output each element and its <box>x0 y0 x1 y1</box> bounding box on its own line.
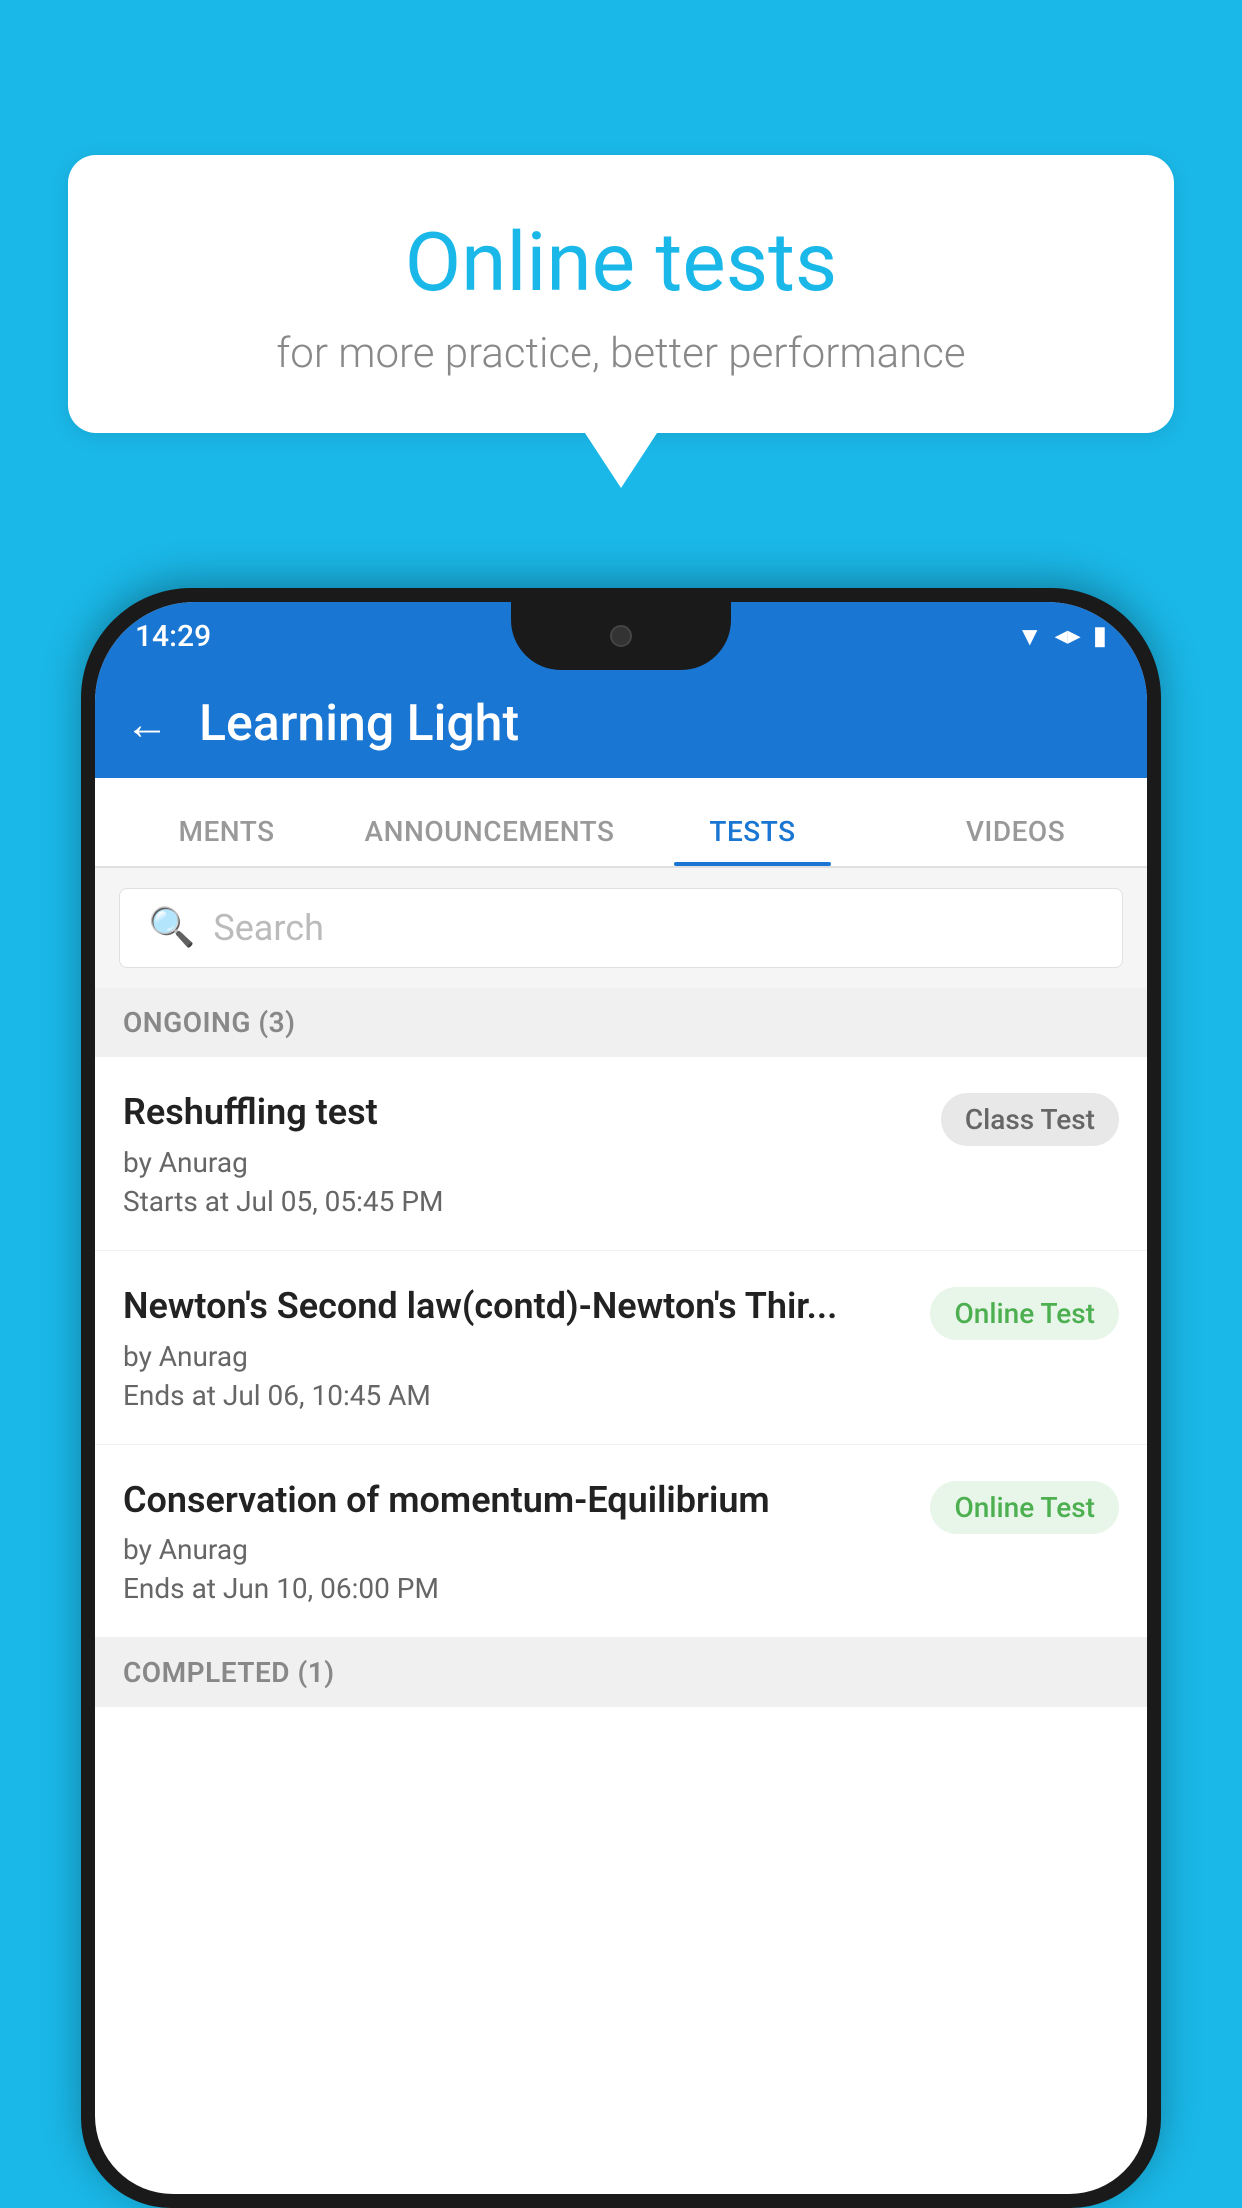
test-item-left: Reshuffling test by Anurag Starts at Jul… <box>123 1089 925 1218</box>
search-icon: 🔍 <box>148 906 195 950</box>
phone-screen: 14:29 ▼ ◂▸ ▮ ← Learning Light MENTS ANNO… <box>95 602 1147 2194</box>
test-item-date: Starts at Jul 05, 05:45 PM <box>123 1185 925 1218</box>
test-list: Reshuffling test by Anurag Starts at Jul… <box>95 1057 1147 1638</box>
test-item-name: Newton's Second law(contd)-Newton's Thir… <box>123 1283 914 1330</box>
speech-bubble-container: Online tests for more practice, better p… <box>68 155 1174 433</box>
tab-tests[interactable]: TESTS <box>621 815 884 866</box>
test-badge-class: Class Test <box>941 1093 1119 1146</box>
wifi-icon: ▼ <box>1017 621 1043 652</box>
phone-frame: 14:29 ▼ ◂▸ ▮ ← Learning Light MENTS ANNO… <box>81 588 1161 2208</box>
search-placeholder: Search <box>213 907 324 949</box>
signal-icon: ◂▸ <box>1055 621 1081 651</box>
status-time: 14:29 <box>135 619 211 654</box>
test-item-by: by Anurag <box>123 1533 914 1566</box>
app-bar-title: Learning Light <box>199 695 519 753</box>
battery-icon: ▮ <box>1093 621 1107 651</box>
tab-announcements[interactable]: ANNOUNCEMENTS <box>358 815 621 866</box>
test-item-name: Conservation of momentum-Equilibrium <box>123 1477 914 1524</box>
ongoing-section-header: ONGOING (3) <box>95 988 1147 1057</box>
test-item-date: Ends at Jul 06, 10:45 AM <box>123 1379 914 1412</box>
test-item-name: Reshuffling test <box>123 1089 925 1136</box>
search-container: 🔍 Search <box>95 868 1147 988</box>
test-item[interactable]: Conservation of momentum-Equilibrium by … <box>95 1445 1147 1639</box>
status-icons: ▼ ◂▸ ▮ <box>1017 621 1107 652</box>
test-item[interactable]: Reshuffling test by Anurag Starts at Jul… <box>95 1057 1147 1251</box>
test-item-by: by Anurag <box>123 1340 914 1373</box>
tab-videos[interactable]: VIDEOS <box>884 815 1147 866</box>
speech-bubble-subtitle: for more practice, better performance <box>118 329 1124 378</box>
test-item-left: Newton's Second law(contd)-Newton's Thir… <box>123 1283 914 1412</box>
test-badge-online: Online Test <box>930 1287 1119 1340</box>
test-item-date: Ends at Jun 10, 06:00 PM <box>123 1572 914 1605</box>
status-bar: 14:29 ▼ ◂▸ ▮ <box>95 602 1147 670</box>
camera-dot <box>610 625 632 647</box>
test-item[interactable]: Newton's Second law(contd)-Newton's Thir… <box>95 1251 1147 1445</box>
test-item-by: by Anurag <box>123 1146 925 1179</box>
completed-section-header: COMPLETED (1) <box>95 1638 1147 1707</box>
test-badge-online-2: Online Test <box>930 1481 1119 1534</box>
speech-bubble-title: Online tests <box>118 215 1124 311</box>
search-bar[interactable]: 🔍 Search <box>119 888 1123 968</box>
notch <box>511 602 731 670</box>
tabs-bar: MENTS ANNOUNCEMENTS TESTS VIDEOS <box>95 778 1147 868</box>
back-button[interactable]: ← <box>125 698 169 750</box>
tab-ments[interactable]: MENTS <box>95 815 358 866</box>
speech-bubble: Online tests for more practice, better p… <box>68 155 1174 433</box>
test-item-left: Conservation of momentum-Equilibrium by … <box>123 1477 914 1606</box>
app-bar: ← Learning Light <box>95 670 1147 778</box>
